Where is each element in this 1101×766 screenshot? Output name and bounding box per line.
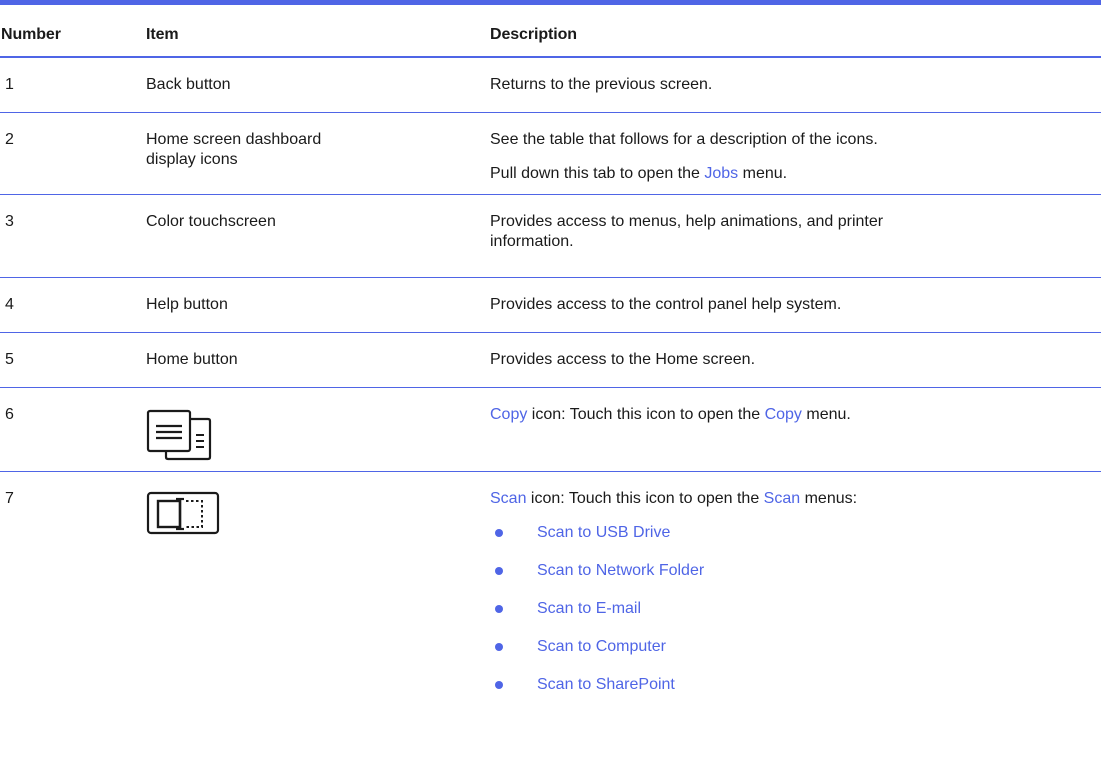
scan-link[interactable]: Scan (490, 490, 526, 507)
row-number: 3 (5, 213, 14, 230)
desc-mid: icon: Touch this icon to open the (527, 406, 765, 423)
copy-menu-link[interactable]: Copy (765, 406, 802, 423)
description-text: Returns to the previous screen. (490, 76, 713, 93)
row-description: Scan icon: Touch this icon to open the S… (490, 489, 1101, 712)
desc-suffix: menu. (738, 165, 788, 182)
list-item[interactable]: Scan to USB Drive (490, 523, 1101, 543)
row-description: Provides access to the Home screen. (490, 350, 1101, 387)
list-item[interactable]: Scan to Network Folder (490, 561, 1101, 581)
desc-prefix: Pull down this tab to open the (490, 165, 705, 182)
row-number: 1 (5, 76, 14, 93)
row-description: See the table that follows for a descrip… (490, 130, 1101, 194)
header-description: Description (490, 26, 577, 43)
description-text: Provides access to the control panel hel… (490, 296, 842, 313)
table-row: 5 Home button Provides access to the Hom… (0, 333, 1101, 388)
table-row: 1 Back button Returns to the previous sc… (0, 58, 1101, 113)
scan-email-link[interactable]: Scan to E-mail (537, 600, 641, 617)
row-item-text: Home screen dashboard display icons (146, 131, 322, 168)
row-description: Provides access to menus, help animation… (490, 212, 1101, 277)
row-item: Home button (146, 351, 238, 368)
row-description: Provides access to the control panel hel… (490, 295, 1101, 332)
row-number: 6 (5, 406, 14, 423)
description-text: Scan icon: Touch this icon to open the S… (490, 489, 1101, 509)
desc-mid: icon: Touch this icon to open the (526, 490, 764, 507)
row-item (146, 489, 490, 712)
row-number: 2 (5, 131, 14, 148)
bullet-icon (495, 643, 503, 651)
list-item[interactable]: Scan to SharePoint (490, 675, 1101, 695)
row-number: 4 (5, 296, 14, 313)
scan-computer-link[interactable]: Scan to Computer (537, 638, 666, 655)
scan-icon (146, 491, 490, 541)
description-text-2: Pull down this tab to open the Jobs menu… (490, 164, 1101, 184)
table-row: 3 Color touchscreen Provides access to m… (0, 195, 1101, 278)
description-text: Provides access to menus, help animation… (490, 213, 884, 250)
scan-sharepoint-link[interactable]: Scan to SharePoint (537, 676, 675, 693)
description-text: Copy icon: Touch this icon to open the C… (490, 405, 1101, 425)
copy-link[interactable]: Copy (490, 406, 527, 423)
jobs-link[interactable]: Jobs (704, 165, 738, 182)
description-text: Provides access to the Home screen. (490, 351, 756, 368)
table-row: 4 Help button Provides access to the con… (0, 278, 1101, 333)
table-row: 7 Scan icon: Touch this icon to open the… (0, 472, 1101, 712)
bullet-icon (495, 567, 503, 575)
row-description: Returns to the previous screen. (490, 75, 1101, 112)
bullet-icon (495, 605, 503, 613)
table-row: 2 Home screen dashboard display icons Se… (0, 113, 1101, 195)
desc-suffix: menus: (800, 490, 858, 507)
table-row: 6 Copy icon: Touch this icon to open the… (0, 388, 1101, 472)
row-number: 5 (5, 351, 14, 368)
controls-table: Number Item Description 1 Back button Re… (0, 0, 1101, 712)
row-item: Home screen dashboard display icons (146, 130, 490, 194)
row-item: Back button (146, 76, 231, 93)
description-text: See the table that follows for a descrip… (490, 131, 878, 148)
table-header: Number Item Description (0, 5, 1101, 58)
row-number: 7 (5, 490, 14, 507)
header-item: Item (146, 26, 179, 43)
list-item[interactable]: Scan to Computer (490, 637, 1101, 657)
row-item: Color touchscreen (146, 213, 276, 230)
row-item (146, 405, 490, 471)
scan-menu-list: Scan to USB Drive Scan to Network Folder… (490, 523, 1101, 695)
row-item: Help button (146, 296, 228, 313)
list-item[interactable]: Scan to E-mail (490, 599, 1101, 619)
scan-network-folder-link[interactable]: Scan to Network Folder (537, 562, 704, 579)
bullet-icon (495, 681, 503, 689)
header-number: Number (1, 26, 61, 43)
desc-suffix: menu. (801, 406, 851, 423)
scan-usb-link[interactable]: Scan to USB Drive (537, 524, 670, 541)
scan-menu-link[interactable]: Scan (764, 490, 800, 507)
bullet-icon (495, 529, 503, 537)
row-description: Copy icon: Touch this icon to open the C… (490, 405, 1101, 471)
copy-icon (146, 409, 490, 467)
